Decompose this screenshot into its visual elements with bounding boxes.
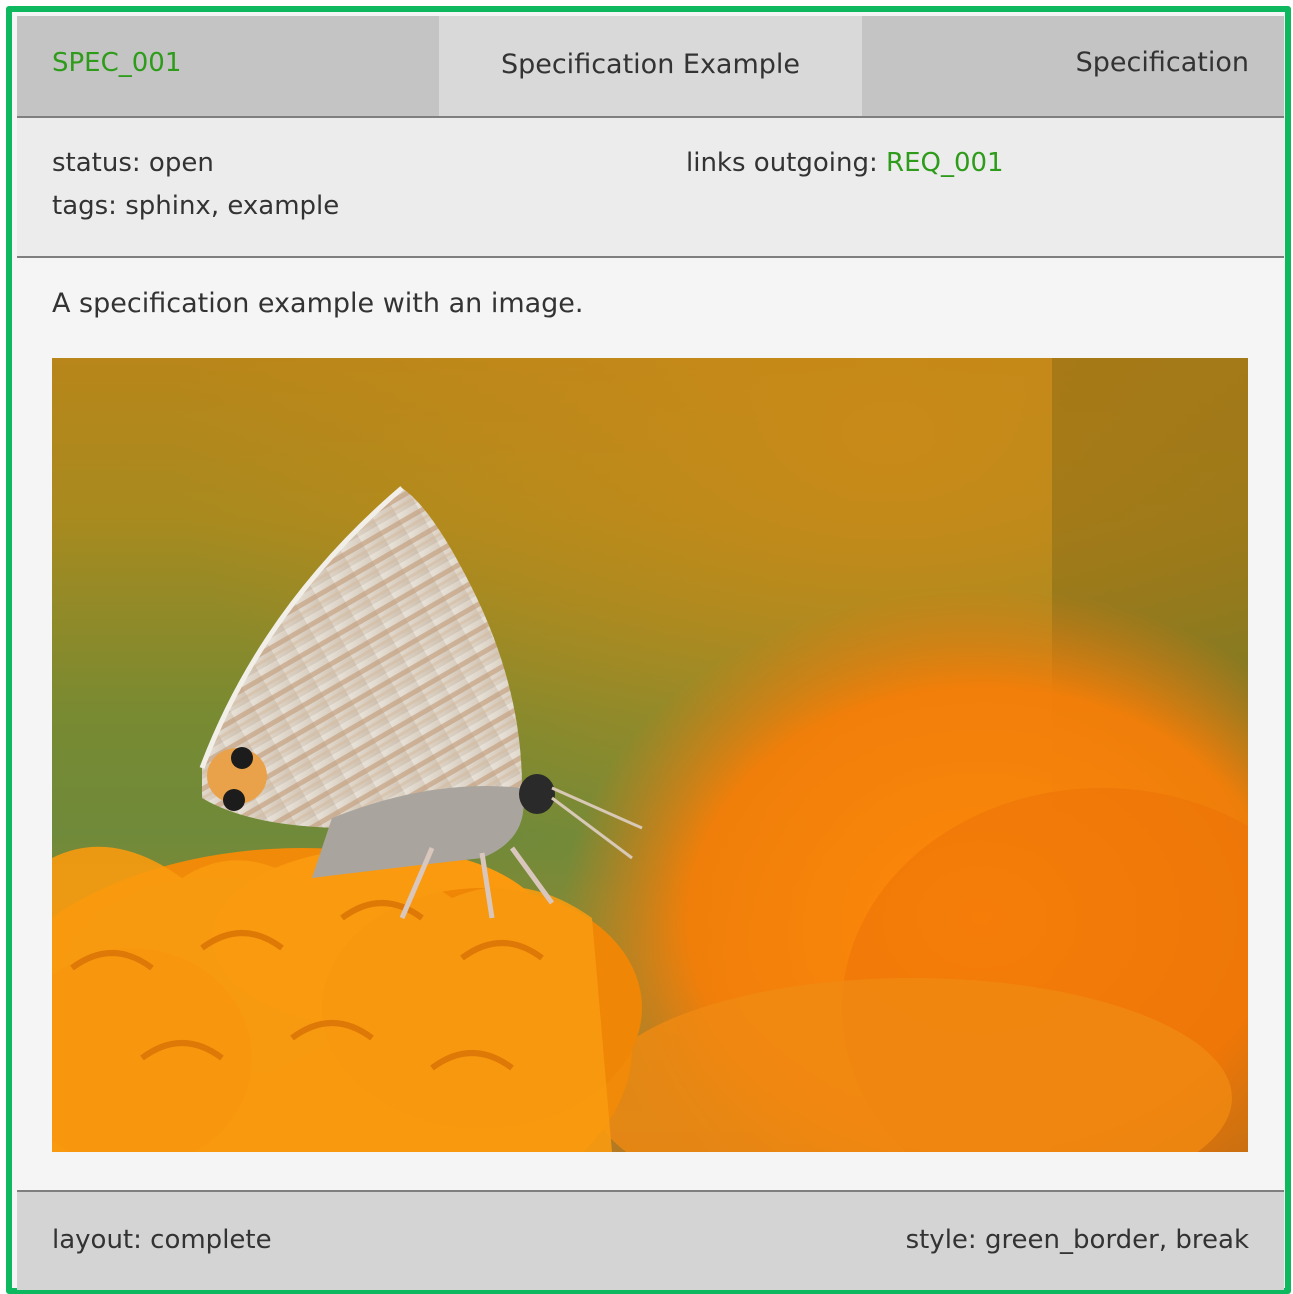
footer-style-value: green_border, break bbox=[984, 1225, 1249, 1255]
meta-tags-value: sphinx, example bbox=[125, 191, 340, 221]
meta-status: status: open bbox=[52, 148, 214, 178]
need-title: Specification Example bbox=[500, 49, 801, 80]
meta-links-label: links outgoing: bbox=[686, 148, 887, 178]
footer-style-label: style: bbox=[905, 1225, 985, 1255]
need-head-row: SPEC_001 Specification Example Specifica… bbox=[17, 16, 1284, 118]
meta-status-value: open bbox=[148, 148, 214, 178]
need-type: Specification bbox=[1075, 47, 1249, 78]
content-description: A specification example with an image. bbox=[52, 288, 584, 319]
footer-layout: layout: complete bbox=[52, 1225, 272, 1255]
footer-layout-value: complete bbox=[150, 1225, 272, 1255]
butterfly-photo bbox=[52, 358, 1248, 1152]
meta-links-outgoing: links outgoing: REQ_001 bbox=[686, 148, 1004, 178]
meta-tags-label: tags: bbox=[52, 191, 126, 221]
need-footer-row: layout: complete style: green_border, br… bbox=[17, 1190, 1284, 1290]
butterfly-photo-illustration bbox=[52, 358, 1248, 1152]
need-title-cell: Specification Example bbox=[439, 16, 862, 116]
need-meta-row: status: open tags: sphinx, example links… bbox=[17, 118, 1284, 258]
link-req-001[interactable]: REQ_001 bbox=[886, 148, 1004, 178]
meta-tags: tags: sphinx, example bbox=[52, 191, 339, 221]
need-type-cell: Specification bbox=[862, 16, 1284, 116]
need-card: SPEC_001 Specification Example Specifica… bbox=[6, 6, 1291, 1294]
need-content: A specification example with an image. bbox=[17, 258, 1284, 1190]
meta-status-label: status: bbox=[52, 148, 149, 178]
need-id-cell: SPEC_001 bbox=[17, 16, 439, 116]
footer-layout-label: layout: bbox=[52, 1225, 151, 1255]
need-id-link[interactable]: SPEC_001 bbox=[52, 48, 181, 78]
need-table: SPEC_001 Specification Example Specifica… bbox=[17, 16, 1284, 1290]
footer-style: style: green_border, break bbox=[906, 1225, 1249, 1255]
